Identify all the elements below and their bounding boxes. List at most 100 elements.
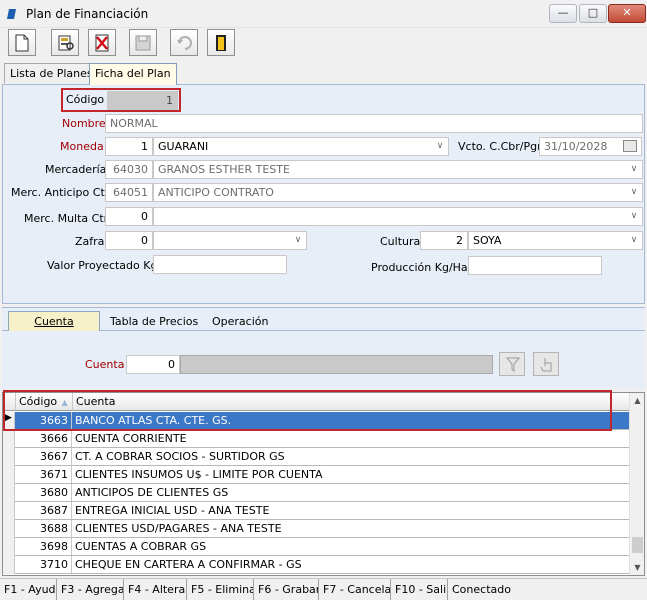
status-bar: F1 - Ayuda F3 - Agregar F4 - Alterar F5 … — [0, 578, 647, 600]
row-indicator — [3, 520, 15, 538]
moneda-value: GUARANI — [158, 140, 209, 153]
table-row[interactable]: 3667 CT. A COBRAR SOCIOS - SURTIDOR GS — [3, 448, 630, 466]
valor-proyectado-label: Valor Proyectado Kg — [47, 259, 158, 272]
scrollbar-thumb[interactable] — [632, 537, 643, 553]
scroll-down-icon[interactable]: ▼ — [630, 560, 644, 575]
vertical-scrollbar[interactable]: ▲ ▼ — [629, 393, 644, 575]
mercaderia-label: Mercadería — [45, 163, 107, 176]
cell-codigo: 3671 — [16, 466, 72, 483]
status-f5-delete[interactable]: F5 - Eliminar — [187, 579, 254, 600]
merc-anticipo-code-field[interactable]: 64051 — [105, 183, 153, 202]
status-f1-help[interactable]: F1 - Ayuda — [0, 579, 57, 600]
chevron-down-icon[interactable]: ∨ — [433, 138, 447, 155]
mercaderia-code-field[interactable]: 64030 — [105, 160, 153, 179]
merc-multa-code-field[interactable]: 0 — [105, 207, 153, 226]
nombre-field[interactable]: NORMAL — [105, 114, 643, 133]
merc-anticipo-value: ANTICIPO CONTRATO — [158, 186, 274, 199]
moneda-code-field[interactable]: 1 — [105, 137, 153, 156]
funnel-icon — [506, 357, 520, 373]
tab-cuenta[interactable]: Cuenta — [8, 311, 100, 332]
table-row[interactable]: 3698 CUENTAS A COBRAR GS — [3, 538, 630, 556]
mercaderia-select[interactable]: GRANOS ESTHER TESTE — [153, 160, 643, 179]
cultura-select[interactable]: SOYA — [468, 231, 643, 250]
status-f7-cancel[interactable]: F7 - Cancelar — [319, 579, 391, 600]
cell-codigo: 3666 — [16, 430, 72, 447]
cell-codigo: 3698 — [16, 538, 72, 555]
delete-button[interactable] — [88, 29, 116, 56]
row-indicator — [3, 502, 15, 520]
tab-ficha-del-plan[interactable]: Ficha del Plan — [89, 63, 177, 85]
merc-multa-select[interactable] — [153, 207, 643, 226]
scroll-up-icon[interactable]: ▲ — [630, 393, 644, 408]
status-f4-alter[interactable]: F4 - Alterar — [124, 579, 187, 600]
add-account-button[interactable] — [533, 352, 559, 376]
cultura-value: SOYA — [473, 234, 502, 247]
cell-cuenta: ANTICIPOS DE CLIENTES GS — [75, 486, 229, 499]
exit-button[interactable] — [207, 29, 235, 56]
close-button[interactable]: ✕ — [608, 4, 646, 23]
codigo-field[interactable]: 1 — [107, 91, 178, 110]
valor-proyectado-field[interactable] — [153, 255, 287, 274]
app-icon — [7, 9, 16, 19]
cell-cuenta: CT. A COBRAR SOCIOS - SURTIDOR GS — [75, 450, 285, 463]
cell-cuenta: CLIENTES USD/PAGARES - ANA TESTE — [75, 522, 282, 535]
status-f3-add[interactable]: F3 - Agregar — [57, 579, 124, 600]
tab-operacion[interactable]: Operación — [203, 311, 277, 332]
new-button[interactable] — [8, 29, 36, 56]
row-indicator — [3, 430, 15, 448]
status-f6-save[interactable]: F6 - Grabar — [254, 579, 319, 600]
cell-cuenta: CLIENTES INSUMOS U$ - LIMITE POR CUENTA — [75, 468, 323, 481]
table-row[interactable]: 3666 CUENTA CORRIENTE — [3, 430, 630, 448]
cuenta-code-field[interactable]: 0 — [126, 355, 180, 374]
cuenta-panel: Cuenta 0 — [2, 331, 645, 389]
undo-button[interactable] — [170, 29, 198, 56]
status-f10-exit[interactable]: F10 - Salir — [391, 579, 448, 600]
window-title: Plan de Financiación — [26, 7, 149, 21]
save-button[interactable] — [129, 29, 157, 56]
row-indicator — [3, 448, 15, 466]
codigo-label: Código — [66, 93, 105, 106]
cell-codigo: 3710 — [16, 556, 72, 573]
table-row[interactable]: 3680 ANTICIPOS DE CLIENTES GS — [3, 484, 630, 502]
save-icon — [135, 35, 151, 51]
produccion-field[interactable] — [468, 256, 602, 275]
zafra-code-field[interactable]: 0 — [105, 231, 153, 250]
sub-tab-strip: Cuenta Tabla de Precios Operación — [2, 307, 645, 332]
minimize-button[interactable]: — — [549, 4, 577, 23]
hand-pointer-icon — [540, 358, 552, 372]
cultura-code-field[interactable]: 2 — [420, 231, 468, 250]
cell-cuenta: CUENTA CORRIENTE — [75, 432, 187, 445]
table-row[interactable]: 3671 CLIENTES INSUMOS U$ - LIMITE POR CUE… — [3, 466, 630, 484]
row-indicator — [3, 556, 15, 574]
moneda-select[interactable]: GUARANI — [153, 137, 449, 156]
chevron-down-icon[interactable]: ∨ — [627, 184, 641, 201]
tab-tabla-de-precios[interactable]: Tabla de Precios — [101, 311, 207, 332]
cuenta-name-field — [180, 355, 493, 374]
merc-multa-label: Merc. Multa Ctr. — [24, 212, 111, 225]
cell-cuenta: CHEQUE EN CARTERA A CONFIRMAR - GS — [75, 558, 302, 571]
zafra-label: Zafra — [75, 235, 105, 248]
cell-cuenta: CUENTAS A COBRAR GS — [75, 540, 207, 553]
undo-icon — [177, 36, 192, 50]
merc-anticipo-label: Merc. Anticipo Ctr. — [11, 186, 112, 199]
cultura-label: Cultura — [380, 235, 421, 248]
cell-codigo: 3688 — [16, 520, 72, 537]
cuenta-label: Cuenta — [85, 358, 125, 371]
chevron-down-icon[interactable]: ∨ — [291, 232, 305, 249]
maximize-button[interactable]: □ — [579, 4, 607, 23]
chevron-down-icon[interactable]: ∨ — [627, 232, 641, 249]
chevron-down-icon[interactable]: ∨ — [627, 161, 641, 178]
search-edit-button[interactable] — [51, 29, 79, 56]
title-bar: Plan de Financiación — □ ✕ — [0, 0, 647, 28]
zafra-select[interactable] — [153, 231, 307, 250]
row-indicator — [3, 484, 15, 502]
grid-highlight — [3, 390, 612, 431]
chevron-down-icon[interactable]: ∨ — [627, 208, 641, 225]
table-row[interactable]: 3710 CHEQUE EN CARTERA A CONFIRMAR - GS — [3, 556, 630, 574]
filter-button[interactable] — [499, 352, 525, 376]
table-row[interactable]: 3687 ENTREGA INICIAL USD - ANA TESTE — [3, 502, 630, 520]
calendar-icon[interactable] — [623, 140, 637, 152]
table-row[interactable]: 3688 CLIENTES USD/PAGARES - ANA TESTE — [3, 520, 630, 538]
merc-anticipo-select[interactable]: ANTICIPO CONTRATO — [153, 183, 643, 202]
tab-lista-de-planes[interactable]: Lista de Planes — [4, 63, 99, 83]
